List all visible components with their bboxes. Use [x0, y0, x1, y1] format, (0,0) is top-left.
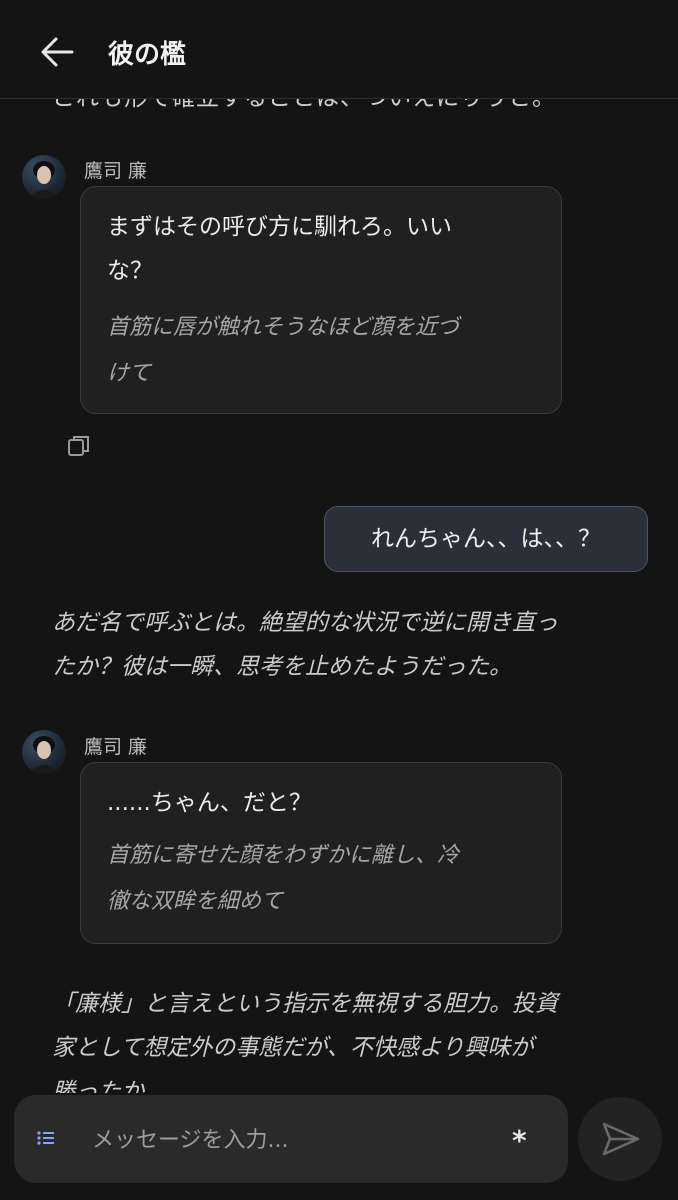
sender-name: 鷹司 廉: [84, 736, 148, 758]
narration-text: あだ名で呼ぶとは。絶望的な状況で逆に開き直っ たか？彼は一瞬、思考を止めたようだ…: [52, 601, 632, 689]
narration-line: 家として想定外の事態だが、不快感より興味が: [52, 1035, 534, 1061]
action-line: 徹な双眸を細めて: [107, 889, 284, 914]
avatar-image: [28, 736, 60, 774]
speech-line: な？: [107, 258, 153, 284]
chat-area[interactable]: これも形で確立することは、ついえにりうと。 鷹司 廉 まずはその呼び方に馴れろ。…: [0, 98, 678, 1093]
character-message-bubble: まずはその呼び方に馴れろ。いい な？ 首筋に唇が触れそうなほど顔を近づ けて: [80, 186, 562, 414]
sender-name: 鷹司 廉: [84, 160, 148, 182]
asterisk-button[interactable]: *: [512, 1124, 527, 1157]
send-icon: [602, 1122, 640, 1156]
copy-icon: [68, 436, 89, 456]
speech-line: まずはその呼び方に馴れろ。いい: [107, 214, 452, 240]
speech-line: ......ちゃん、だと？: [107, 790, 312, 816]
app-header: 彼の檻: [0, 0, 678, 99]
narration-line: 「廉様」と言えという指示を無視する胆力。投資: [52, 991, 558, 1017]
narration-line: 勝ったか。: [52, 1079, 167, 1093]
page-title: 彼の檻: [108, 40, 187, 70]
copy-button[interactable]: [66, 433, 92, 459]
input-placeholder[interactable]: メッセージを入力...: [92, 1122, 289, 1154]
send-button[interactable]: [578, 1097, 662, 1181]
character-message-bubble: ......ちゃん、だと？ 首筋に寄せた顔をわずかに離し、冷 徹な双眸を細めて: [80, 762, 562, 944]
menu-button[interactable]: [36, 1129, 56, 1147]
cut-off-message: これも形で確立することは、ついえにりうと。: [52, 98, 556, 111]
avatar[interactable]: [22, 730, 66, 774]
avatar[interactable]: [22, 155, 66, 199]
list-icon: [37, 1131, 54, 1145]
back-button[interactable]: [36, 30, 80, 74]
avatar-image: [28, 161, 60, 199]
narration-line: あだ名で呼ぶとは。絶望的な状況で逆に開き直っ: [52, 610, 558, 636]
arrow-left-icon: [41, 37, 74, 67]
narration-line: たか？彼は一瞬、思考を止めたようだった。: [52, 654, 512, 680]
action-line: けて: [107, 361, 152, 386]
action-line: 首筋に寄せた顔をわずかに離し、冷: [107, 843, 460, 868]
user-message-bubble: れんちゃん、、は、、？: [324, 506, 648, 572]
action-line: 首筋に唇が触れそうなほど顔を近づ: [107, 315, 460, 340]
narration-text: 「廉様」と言えという指示を無視する胆力。投資 家として想定外の事態だが、不快感よ…: [52, 982, 632, 1093]
